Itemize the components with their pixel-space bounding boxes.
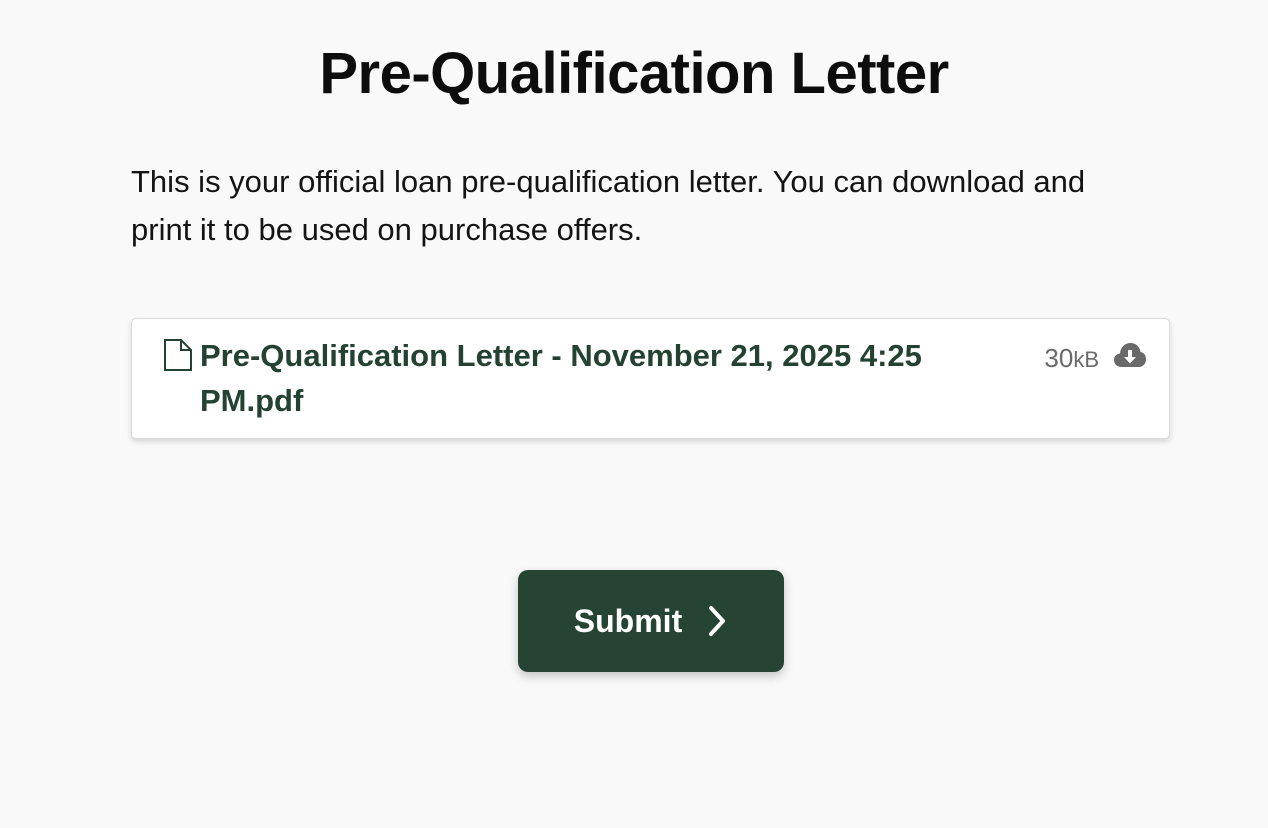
- file-name-link[interactable]: Pre-Qualification Letter - November 21, …: [200, 333, 1030, 423]
- cloud-download-icon[interactable]: [1113, 341, 1147, 371]
- page-title: Pre-Qualification Letter: [319, 41, 949, 106]
- document-icon: [163, 339, 193, 371]
- chevron-right-icon: [706, 603, 728, 639]
- submit-button[interactable]: Submit: [518, 570, 784, 672]
- file-size-value: 30: [1044, 343, 1074, 373]
- submit-button-label: Submit: [573, 602, 683, 639]
- file-size: 30kB: [1044, 341, 1099, 377]
- file-size-unit: kB: [1073, 347, 1099, 372]
- intro-text: This is your official loan pre-qualifica…: [131, 164, 1086, 247]
- pre-qualification-page: Pre-Qualification Letter This is your of…: [0, 0, 1268, 828]
- file-attachment-card[interactable]: Pre-Qualification Letter - November 21, …: [131, 318, 1170, 439]
